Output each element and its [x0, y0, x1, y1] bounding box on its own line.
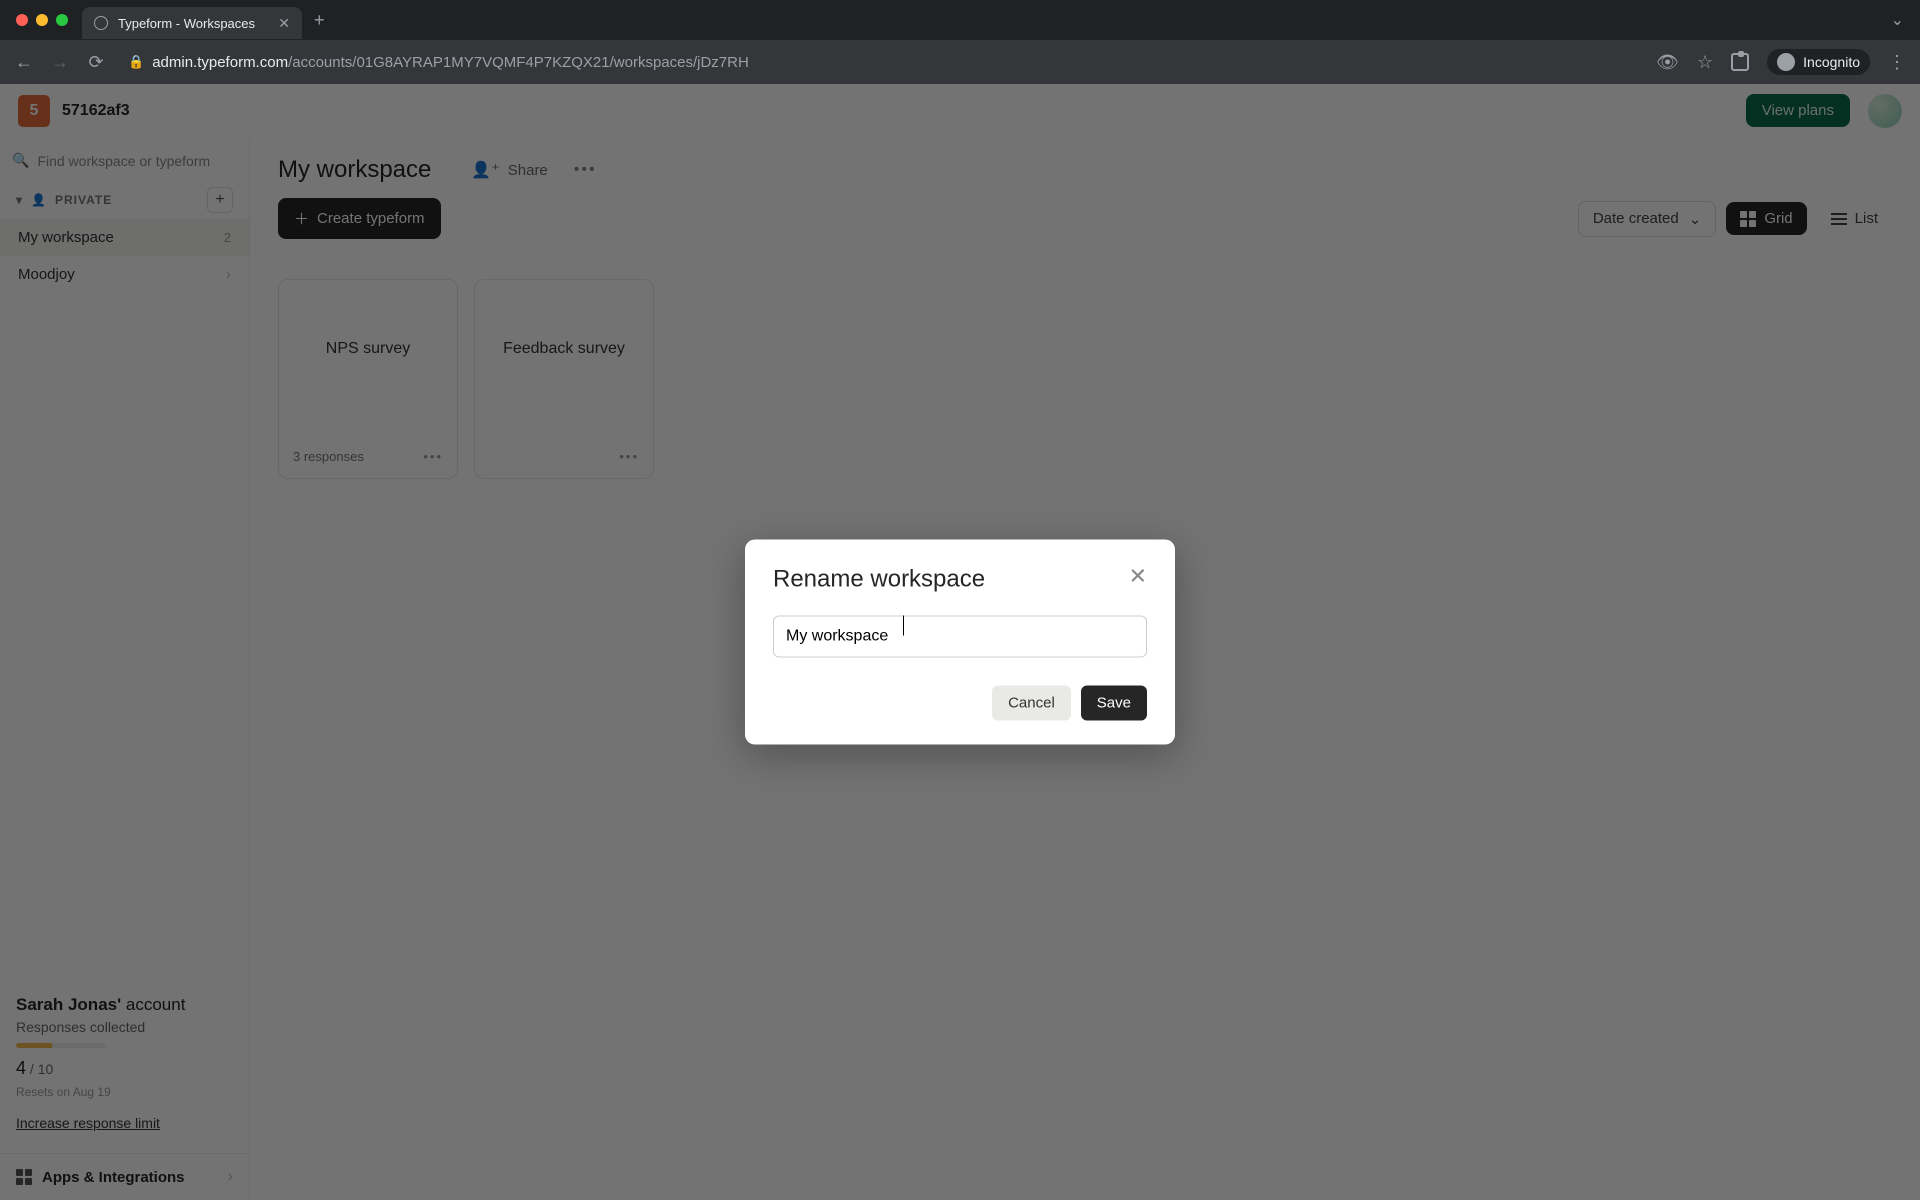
window-minimize-icon[interactable]	[36, 14, 48, 26]
browser-toolbar: ← → ⟳ 🔒 admin.typeform.com/accounts/01G8…	[0, 40, 1920, 84]
url-path: /accounts/01G8AYRAP1MY7VQMF4P7KZQX21/wor…	[288, 54, 749, 71]
browser-tabstrip: Typeform - Workspaces ✕ + ⌄	[0, 0, 1920, 40]
browser-tab[interactable]: Typeform - Workspaces ✕	[82, 7, 302, 39]
tabs-overflow-icon[interactable]: ⌄	[1891, 10, 1904, 30]
nav-forward-button[interactable]: →	[48, 52, 72, 73]
tab-title: Typeform - Workspaces	[118, 16, 268, 31]
window-zoom-icon[interactable]	[56, 14, 68, 26]
address-bar[interactable]: 🔒 admin.typeform.com/accounts/01G8AYRAP1…	[128, 54, 1644, 71]
new-tab-button[interactable]: +	[314, 10, 325, 31]
incognito-label: Incognito	[1803, 54, 1860, 70]
incognito-icon	[1777, 53, 1795, 71]
window-close-icon[interactable]	[16, 14, 28, 26]
nav-back-button[interactable]: ←	[12, 52, 36, 73]
lock-icon: 🔒	[128, 54, 144, 70]
extensions-icon[interactable]	[1731, 53, 1749, 71]
tab-close-icon[interactable]: ✕	[278, 15, 290, 32]
url-host: admin.typeform.com	[152, 54, 288, 71]
modal-close-icon[interactable]: ✕	[1129, 566, 1147, 588]
save-button[interactable]: Save	[1081, 686, 1147, 721]
workspace-name-input[interactable]	[773, 616, 1147, 658]
modal-title: Rename workspace	[773, 566, 985, 594]
nav-reload-button[interactable]: ⟳	[84, 52, 108, 73]
cancel-button[interactable]: Cancel	[992, 686, 1071, 721]
browser-menu-icon[interactable]: ⋮	[1888, 52, 1908, 73]
rename-workspace-modal: Rename workspace ✕ Cancel Save	[745, 540, 1175, 745]
window-controls	[16, 14, 68, 26]
incognito-badge[interactable]: Incognito	[1767, 49, 1870, 75]
tracking-off-icon[interactable]: 👁︎	[1656, 52, 1679, 73]
tab-favicon-icon	[94, 16, 108, 30]
bookmark-icon[interactable]: ☆	[1697, 52, 1713, 73]
